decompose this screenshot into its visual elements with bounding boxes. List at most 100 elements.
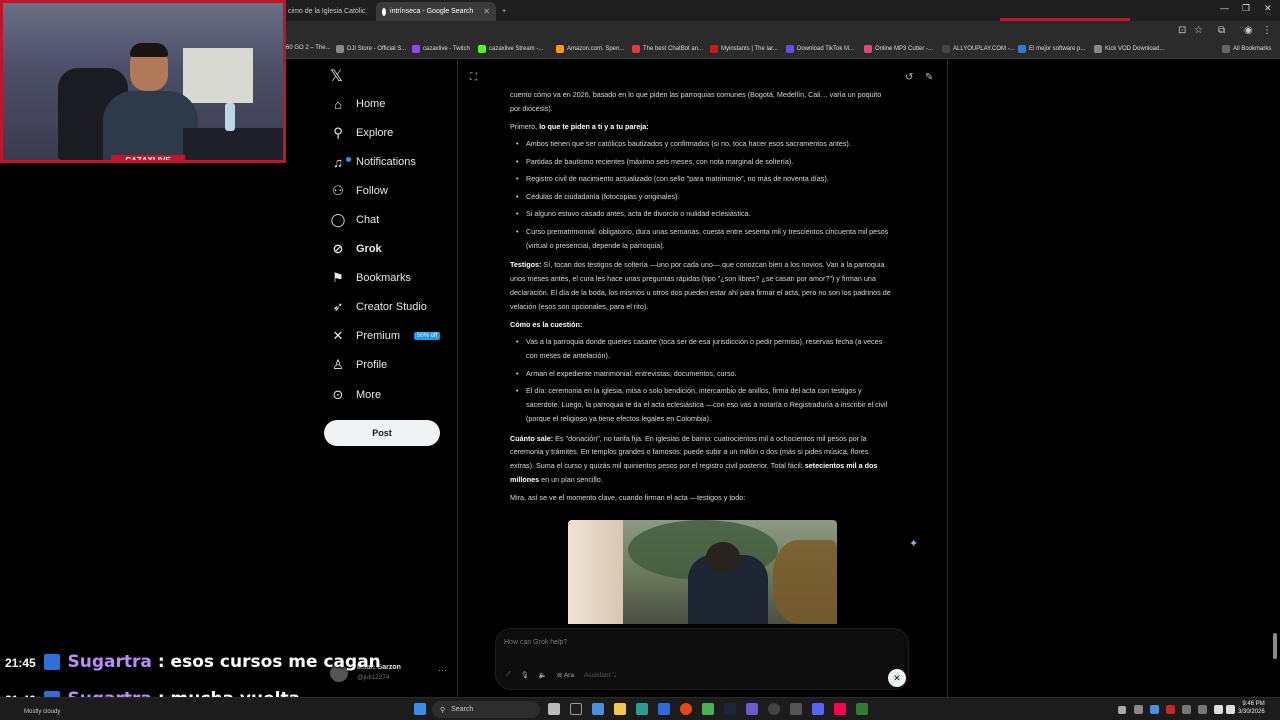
post-button[interactable]: Post — [324, 420, 440, 446]
history-icon[interactable]: ↺ — [905, 72, 913, 83]
discord-icon[interactable] — [812, 703, 824, 715]
app-icon[interactable] — [856, 703, 868, 715]
sidebar-item-chat[interactable]: ◯ Chat — [330, 209, 460, 231]
file-explorer-icon[interactable] — [614, 703, 626, 715]
install-icon[interactable]: ⊡ — [1178, 25, 1186, 36]
bookmark-favicon-icon — [336, 45, 344, 53]
chrome-icon[interactable] — [680, 703, 692, 715]
all-bookmarks-label: All Bookmarks — [1233, 46, 1272, 52]
tray-chevron-icon[interactable] — [1118, 706, 1126, 714]
sidebar-item-premium[interactable]: ✕ Premium 50% off — [330, 325, 460, 347]
menu-icon[interactable]: ⋮ — [1262, 25, 1272, 36]
sidebar-item-label: Chat — [356, 214, 380, 226]
taskbar-clock[interactable]: 9:46 PM 3/30/2026 — [1238, 700, 1265, 716]
sidebar-item-explore[interactable]: ⚲ Explore — [330, 122, 460, 144]
photo-foliage — [773, 540, 837, 624]
taskbar-search[interactable]: ⚲ Search — [432, 701, 540, 718]
star-icon[interactable]: ☆ — [1194, 25, 1203, 36]
x-logo-icon[interactable]: 𝕏 — [330, 66, 343, 86]
volume-icon[interactable] — [1226, 705, 1235, 714]
weather-widget[interactable]: Mostly cloudy — [24, 709, 60, 715]
close-icon[interactable]: ✕ — [888, 669, 906, 687]
bookmark-item[interactable]: DJI Store - Official S... — [336, 45, 406, 53]
whiteboard — [183, 48, 253, 103]
scrollbar-thumb[interactable] — [1273, 633, 1277, 659]
chatbot-icon — [632, 45, 640, 53]
bookmark-item[interactable]: Kick VOD Download... — [1094, 45, 1164, 53]
sidebar-item-notifications[interactable]: ♫ Notifications — [330, 151, 460, 173]
sidebar-item-more[interactable]: ⊙ More — [330, 384, 460, 406]
mic-off-icon[interactable]: 🎙 — [521, 671, 529, 679]
sidebar-item-label: Profile — [356, 359, 388, 371]
close-tab-icon[interactable]: ✕ — [483, 7, 490, 16]
sidebar-item-bookmarks[interactable]: ⚑ Bookmarks — [330, 267, 460, 289]
extensions-icon[interactable]: ⧉ — [1218, 25, 1225, 36]
chat-text: : esos cursos me cagan — [157, 652, 381, 672]
sidebar-item-creator-studio[interactable]: ➶ Creator Studio — [330, 296, 460, 318]
grok-response: cuento cómo va en 2026, basado en lo que… — [510, 88, 892, 509]
composer-toolbar: ⟋ 🎙 🔈 ⊚ Ara Assistant ⌄ — [506, 671, 618, 679]
bookmark-item[interactable]: 60 GO 2 – The... — [286, 45, 331, 51]
clock-date: 3/30/2026 — [1238, 709, 1265, 715]
sidebar-item-profile[interactable]: ♙ Profile — [330, 354, 460, 376]
obs-icon[interactable] — [768, 703, 780, 715]
wedding-signing-image[interactable] — [568, 520, 837, 624]
attach-icon[interactable]: ⟋ — [506, 671, 511, 679]
app-icon[interactable] — [746, 703, 758, 715]
bluetooth-icon[interactable] — [1150, 705, 1159, 714]
tray-icon[interactable] — [1166, 705, 1175, 714]
tray-icon[interactable] — [1198, 705, 1207, 714]
requirements-heading: Primero, lo que te piden a ti y a tu par… — [510, 120, 892, 134]
excel-icon[interactable] — [702, 703, 714, 715]
voice-selector[interactable]: ⊚ Ara — [557, 671, 574, 679]
copilot-icon[interactable] — [592, 703, 604, 715]
bookmark-item[interactable]: Online MP3 Cutter -... — [864, 45, 933, 53]
bookmark-label: Kick VOD Download... — [1105, 46, 1165, 52]
tray-icon[interactable] — [1182, 705, 1191, 714]
chat-username: Sugartra — [67, 652, 152, 672]
bookmark-item[interactable]: Amazon.com. Spen... — [556, 45, 624, 53]
tray-icon[interactable] — [1134, 705, 1143, 714]
chat-icon: ◯ — [330, 212, 346, 227]
steps-list: Vas a la parroquia donde quieres casarte… — [510, 335, 892, 425]
sidebar-item-label: Follow — [356, 185, 388, 197]
profile-icon[interactable]: ◉ — [1244, 25, 1253, 36]
expand-icon[interactable]: ⛶ — [470, 72, 477, 83]
grok-prompt-input[interactable]: How can Grok help? — [504, 639, 567, 646]
bookmark-item[interactable]: Download TikTok M... — [786, 45, 854, 53]
bookmark-item[interactable]: Myinstants | The lar... — [710, 45, 778, 53]
app-icon[interactable] — [790, 703, 802, 715]
bookmark-item[interactable]: The best ChatBot an... — [632, 45, 703, 53]
testigos-paragraph: Testigos: Sí, tocan dos testigos de solt… — [510, 258, 892, 313]
more-dots-icon[interactable]: ··· — [438, 665, 447, 675]
edge-icon[interactable] — [636, 703, 648, 715]
search-icon: ⚲ — [333, 125, 343, 140]
list-item: Si alguno estuvo casado antes, acta de d… — [510, 207, 892, 221]
minimize-icon[interactable]: — — [1220, 3, 1229, 13]
tiktok-icon[interactable] — [834, 703, 846, 715]
floating-grok-icon[interactable]: ✦ — [909, 537, 923, 551]
sidebar-item-home[interactable]: ⌂ Home — [330, 93, 460, 115]
close-window-icon[interactable]: ✕ — [1264, 3, 1272, 14]
bookmark-item[interactable]: cazaxlive Stream -... — [478, 45, 543, 53]
maximize-icon[interactable]: ❐ — [1242, 3, 1250, 14]
browser-tab[interactable]: cimo de la Iglesia Católic ✕ — [282, 2, 376, 21]
mode-selector[interactable]: Assistant ⌄ — [584, 671, 618, 679]
sidebar-item-follow[interactable]: ⚇ Follow — [330, 180, 460, 202]
bookmark-item[interactable]: El mejor software p... — [1018, 45, 1085, 53]
store-icon[interactable] — [658, 703, 670, 715]
sidebar-item-grok[interactable]: ⊘ Grok — [330, 238, 460, 260]
new-chat-icon[interactable]: ✎ — [925, 72, 933, 83]
task-view-icon[interactable] — [548, 703, 560, 715]
steam-icon[interactable] — [724, 703, 736, 715]
browser-tab-active[interactable]: intrínseca - Google Search ✕ — [376, 2, 496, 21]
plus-icon[interactable]: + — [496, 2, 510, 21]
bookmark-item[interactable]: ALLYOUPLAY.COM -... — [942, 45, 1015, 53]
speaker-icon[interactable]: 🔈 — [539, 671, 547, 679]
photo-groom-head — [706, 542, 740, 572]
all-bookmarks[interactable]: All Bookmarks — [1222, 45, 1271, 53]
terminal-icon[interactable] — [570, 703, 582, 715]
bookmark-item[interactable]: cazaxlive - Twitch — [412, 45, 470, 53]
windows-start-icon[interactable] — [414, 703, 426, 715]
wifi-icon[interactable] — [1214, 705, 1223, 714]
